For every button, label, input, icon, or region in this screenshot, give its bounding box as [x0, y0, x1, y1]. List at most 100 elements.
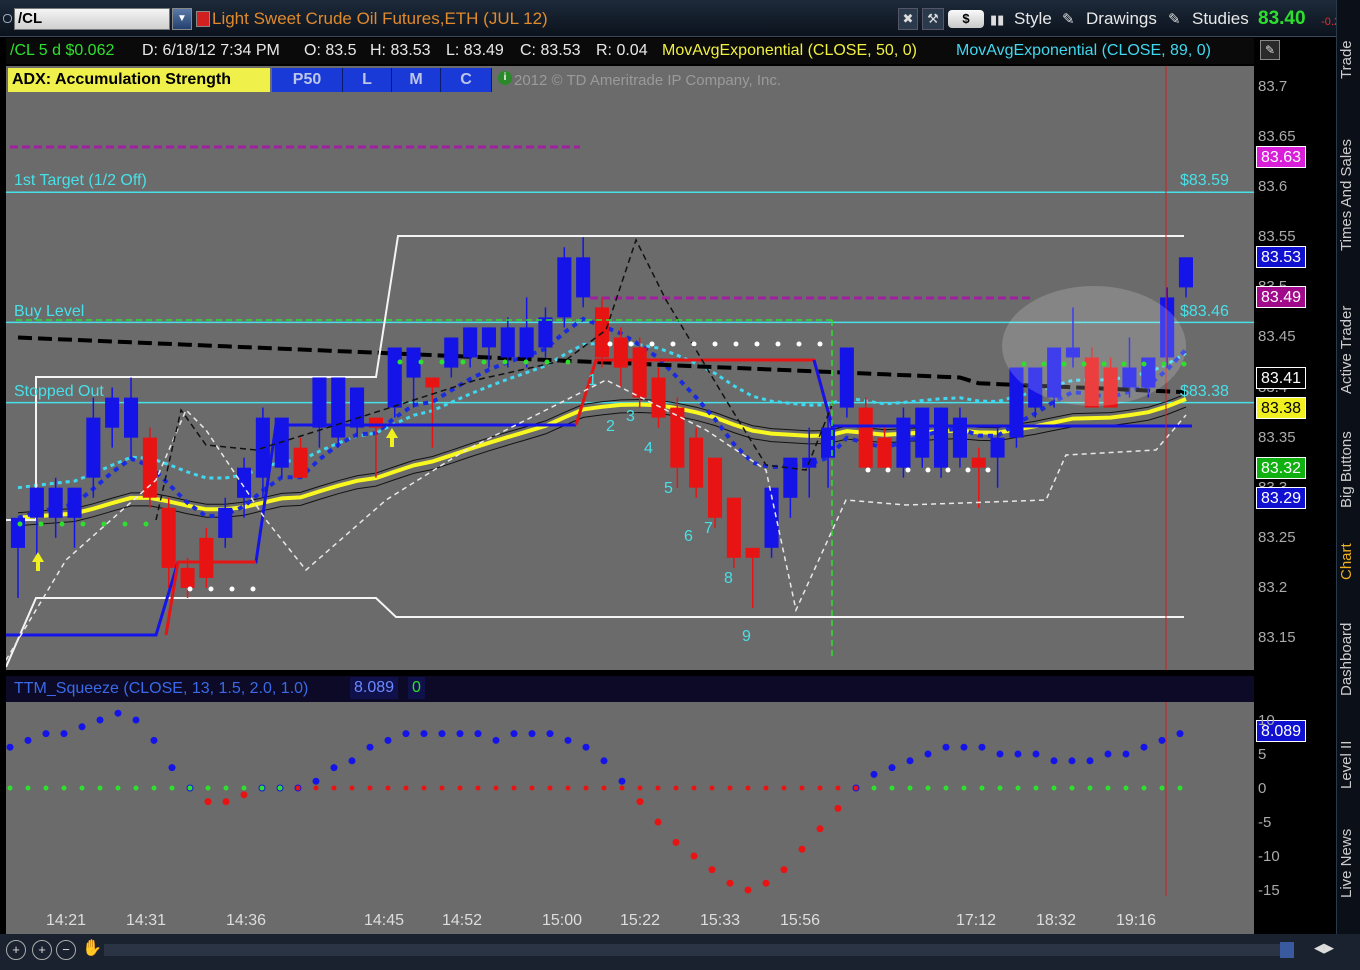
squeeze-zero-dot — [1159, 785, 1165, 791]
studies-menu[interactable]: Studies — [1192, 8, 1249, 30]
hand-icon[interactable]: ✋ — [82, 938, 102, 960]
squeeze-zero-dot — [907, 785, 913, 791]
squeeze-point — [78, 723, 86, 731]
side-tab[interactable]: Times And Sales — [1338, 120, 1358, 270]
side-tab[interactable]: Dashboard — [1338, 604, 1358, 714]
squeeze-point — [438, 730, 446, 738]
time-tick: 14:31 — [126, 912, 167, 929]
signal-dot — [143, 521, 149, 527]
squeeze-zero-dot — [1123, 785, 1129, 791]
squeeze-title: TTM_Squeeze (CLOSE, 13, 1.5, 2.0, 1.0) — [14, 680, 309, 697]
squeeze-point — [528, 730, 536, 738]
squeeze-zero-dot — [547, 785, 553, 791]
candle-body — [331, 377, 346, 438]
squeeze-point — [1158, 736, 1166, 744]
copyright: 2012 © TD Ameritrade IP Company, Inc. — [514, 72, 782, 89]
price-tick: 83.2 — [1258, 578, 1288, 596]
squeeze-point — [906, 757, 914, 765]
squeeze-tick: 5 — [1258, 746, 1267, 763]
price-tag: 83.29 — [1256, 486, 1307, 509]
squeeze-zero-dot — [1069, 785, 1075, 791]
side-tab[interactable]: Chart — [1338, 536, 1358, 588]
price-tick: 83.65 — [1258, 128, 1296, 146]
squeeze-zero-dot — [925, 785, 931, 791]
flag-icon[interactable] — [196, 11, 210, 27]
wave-label: 7 — [704, 520, 713, 537]
squeeze-zero-dot — [1087, 785, 1093, 791]
signal-dot — [670, 341, 676, 347]
zoom-out-icon[interactable]: − — [56, 940, 76, 960]
candle-body — [651, 377, 666, 418]
drawings-menu[interactable]: Drawings — [1086, 8, 1157, 30]
candle-body — [934, 407, 949, 468]
time-tick: 15:33 — [700, 912, 741, 929]
side-tab[interactable]: Big Buttons — [1338, 420, 1358, 520]
chart-settings-icon[interactable]: ✎ — [1260, 40, 1280, 60]
signal-dot — [775, 341, 781, 347]
scrollbar[interactable] — [104, 944, 1294, 956]
squeeze-point — [654, 818, 662, 826]
candle-body — [161, 507, 176, 568]
squeeze-point — [114, 709, 122, 717]
time-tick: 15:56 — [780, 912, 821, 929]
squeeze-zero-dot — [1015, 785, 1021, 791]
candle-body — [199, 537, 214, 578]
squeeze-point — [510, 730, 518, 738]
squeeze-point — [780, 866, 788, 874]
adx-label: ADX: Accumulation Strength — [8, 68, 270, 92]
squeeze-chart[interactable] — [6, 702, 1336, 896]
squeeze-point — [798, 845, 806, 853]
symbol-input[interactable]: /CL — [14, 8, 170, 30]
adx-button-p50[interactable]: P50 — [272, 68, 343, 92]
squeeze-zero-dot — [205, 785, 211, 791]
signal-dot — [733, 341, 739, 347]
adx-button-c[interactable]: C — [441, 68, 492, 92]
squeeze-point — [60, 730, 68, 738]
squeeze-point — [1014, 750, 1022, 758]
squeeze-point — [996, 750, 1004, 758]
symbol-description: Light Sweet Crude Oil Futures,ETH (JUL 1… — [212, 9, 548, 28]
squeeze-point — [1032, 750, 1040, 758]
side-tab[interactable]: Live News — [1338, 818, 1358, 908]
side-tab[interactable]: Active Trader — [1338, 290, 1358, 410]
squeeze-point — [366, 743, 374, 751]
expand-icon[interactable]: ◀▶ — [1314, 940, 1334, 960]
candle-body — [839, 347, 854, 408]
dollar-button[interactable]: $ — [948, 10, 984, 28]
scroll-thumb[interactable] — [1280, 942, 1294, 958]
signal-dot — [649, 341, 655, 347]
squeeze-point — [618, 777, 626, 785]
time-tick: 18:32 — [1036, 912, 1077, 929]
signal-dot — [628, 341, 634, 347]
signal-dot — [965, 467, 971, 473]
crosshair-icon[interactable]: + — [6, 940, 26, 960]
squeeze-point — [816, 825, 824, 833]
candle-body — [463, 327, 478, 358]
candle-body — [783, 457, 798, 498]
candle-body — [67, 487, 82, 518]
zoom-in-icon[interactable]: + — [32, 940, 52, 960]
candle-body — [1178, 257, 1193, 288]
price-chart[interactable] — [6, 66, 1336, 670]
signal-dot — [1021, 361, 1027, 367]
adx-button-m[interactable]: M — [392, 68, 441, 92]
side-tab[interactable]: Trade — [1338, 20, 1358, 100]
price-tick: 83.7 — [1258, 78, 1288, 95]
style-menu[interactable]: Style — [1014, 8, 1052, 30]
link-icon[interactable] — [3, 14, 12, 23]
adx-button-l[interactable]: L — [343, 68, 392, 92]
squeeze-zero-dot — [313, 785, 319, 791]
time-tick: 14:36 — [226, 912, 267, 929]
symbol-dropdown-icon[interactable]: ▼ — [172, 8, 192, 30]
ema89-label: MovAvgExponential (CLOSE, 89, 0) — [956, 42, 1211, 59]
level-price-label: $83.46 — [1180, 303, 1229, 320]
squeeze-point — [600, 757, 608, 765]
info-icon[interactable]: i — [498, 71, 512, 85]
squeeze-zero-dot — [241, 785, 247, 791]
candle-body — [990, 437, 1005, 458]
tools-icon[interactable]: ✖ — [898, 8, 918, 30]
squeeze-tick: -15 — [1258, 882, 1280, 899]
side-tab[interactable]: Level II — [1338, 730, 1358, 800]
candle-style-icon[interactable]: ▮▮ — [990, 12, 1008, 28]
wrench-icon[interactable]: ⚒ — [922, 8, 944, 30]
